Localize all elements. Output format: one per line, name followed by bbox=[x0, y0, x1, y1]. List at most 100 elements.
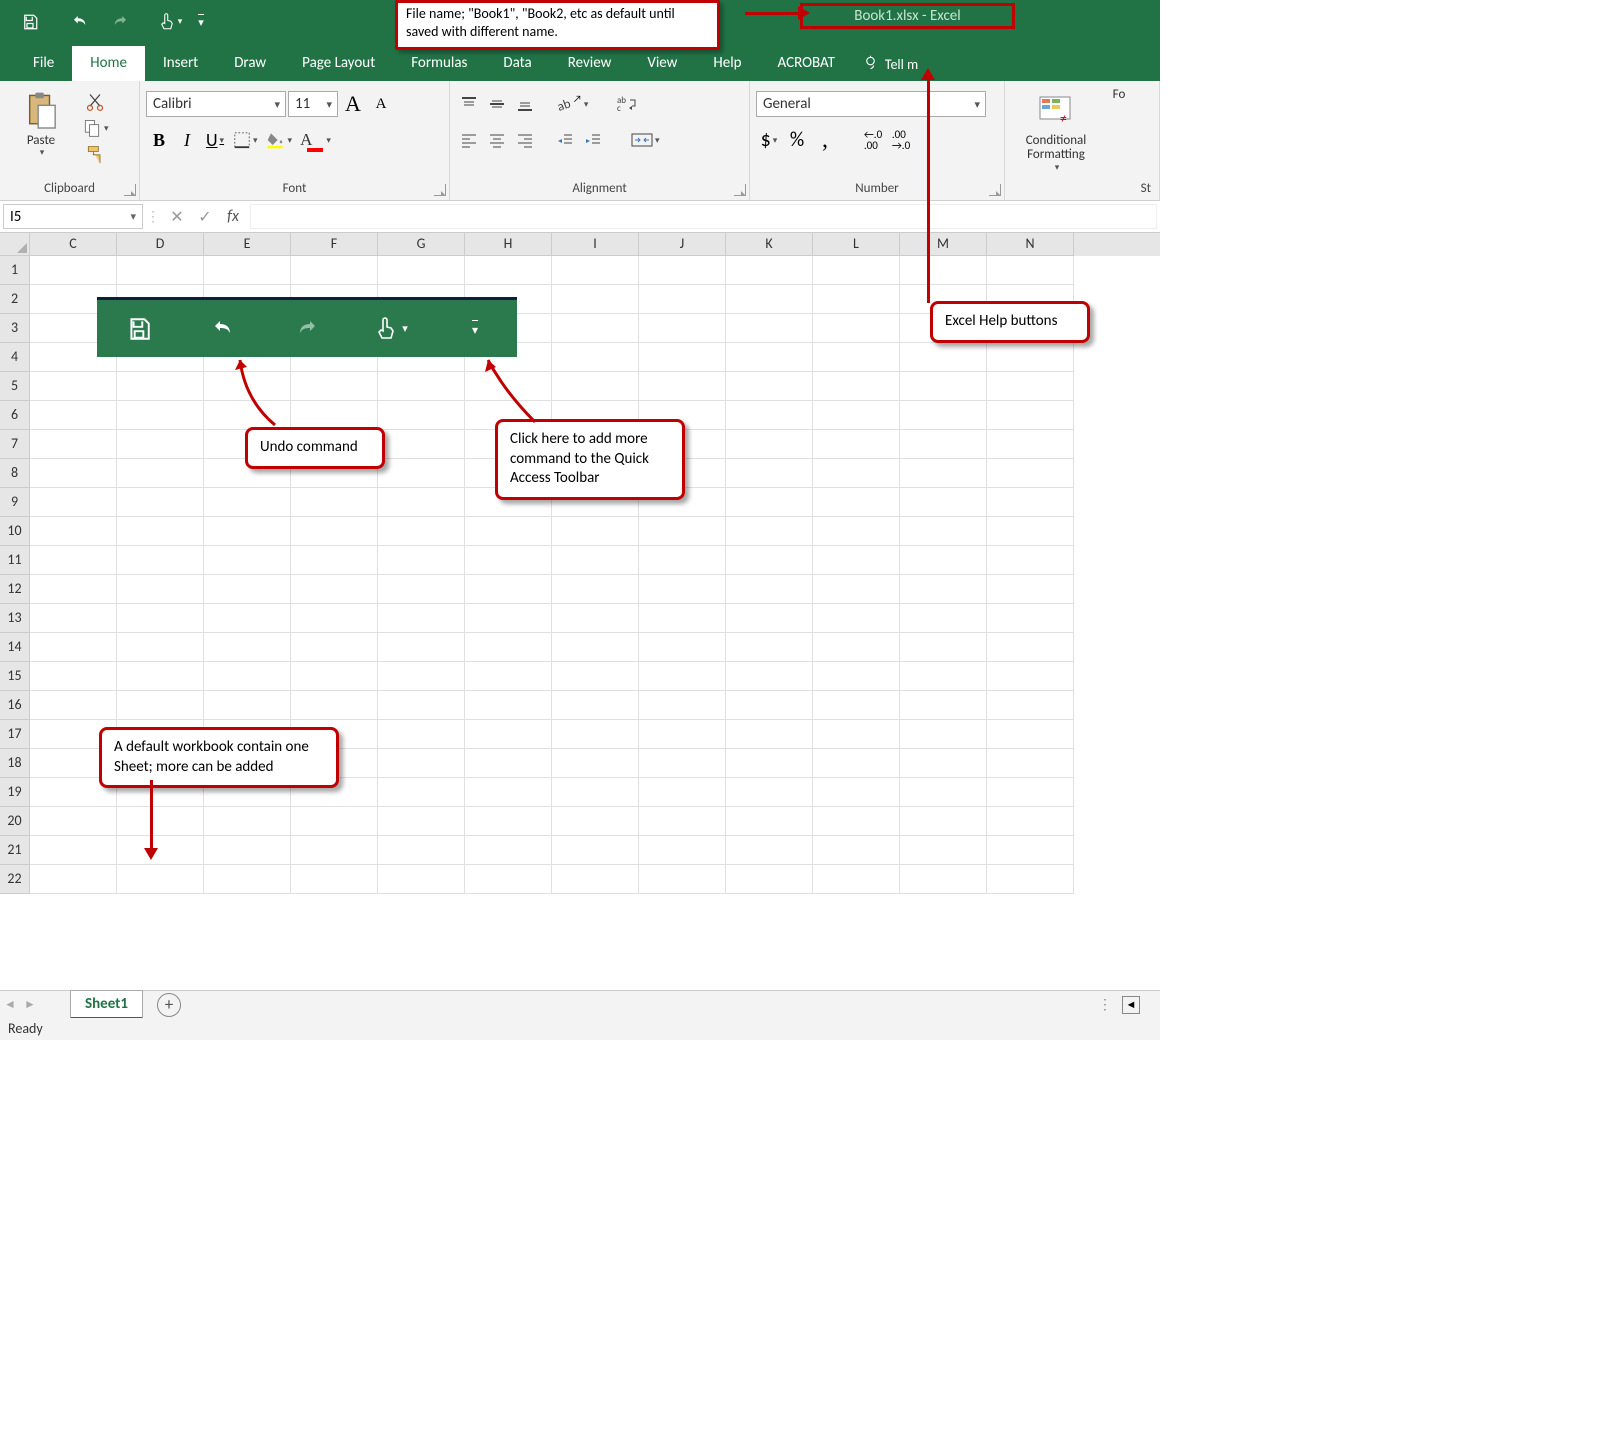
cell[interactable] bbox=[726, 401, 813, 430]
cell[interactable] bbox=[30, 633, 117, 662]
cell[interactable] bbox=[552, 314, 639, 343]
cell[interactable] bbox=[639, 285, 726, 314]
cell[interactable] bbox=[726, 749, 813, 778]
cell[interactable] bbox=[900, 430, 987, 459]
row-header[interactable]: 14 bbox=[0, 633, 30, 662]
cell[interactable] bbox=[552, 836, 639, 865]
cell[interactable] bbox=[813, 314, 900, 343]
cell[interactable] bbox=[726, 285, 813, 314]
cell[interactable] bbox=[378, 430, 465, 459]
cell[interactable] bbox=[987, 807, 1074, 836]
sheet-tab-active[interactable]: Sheet1 bbox=[70, 990, 143, 1019]
row-header[interactable]: 21 bbox=[0, 836, 30, 865]
cell[interactable] bbox=[30, 807, 117, 836]
cell[interactable] bbox=[204, 575, 291, 604]
cell[interactable] bbox=[900, 372, 987, 401]
cell[interactable] bbox=[900, 546, 987, 575]
cell[interactable] bbox=[726, 372, 813, 401]
cell[interactable] bbox=[900, 633, 987, 662]
cell[interactable] bbox=[291, 633, 378, 662]
wrap-text-icon[interactable]: abc bbox=[613, 91, 641, 117]
decrease-indent-icon[interactable] bbox=[552, 127, 578, 153]
cell[interactable] bbox=[204, 662, 291, 691]
cell[interactable] bbox=[117, 807, 204, 836]
cell[interactable] bbox=[465, 865, 552, 894]
cell[interactable] bbox=[204, 372, 291, 401]
row-header[interactable]: 18 bbox=[0, 749, 30, 778]
cell[interactable] bbox=[900, 778, 987, 807]
cell[interactable] bbox=[204, 807, 291, 836]
cell[interactable] bbox=[30, 459, 117, 488]
cell[interactable] bbox=[465, 720, 552, 749]
font-size-select[interactable]: 11 bbox=[288, 91, 338, 117]
cell[interactable] bbox=[639, 604, 726, 633]
cell[interactable] bbox=[813, 807, 900, 836]
paste-button[interactable]: Paste ▾ bbox=[6, 85, 76, 158]
cell[interactable] bbox=[291, 517, 378, 546]
cell[interactable] bbox=[639, 807, 726, 836]
cell[interactable] bbox=[987, 720, 1074, 749]
tab-help[interactable]: Help bbox=[695, 46, 759, 81]
column-header[interactable]: E bbox=[204, 233, 291, 256]
fbar-resize-handle[interactable]: ⋮ bbox=[143, 201, 163, 232]
cell[interactable] bbox=[639, 343, 726, 372]
cell[interactable] bbox=[726, 836, 813, 865]
cell[interactable] bbox=[117, 459, 204, 488]
align-bottom-icon[interactable] bbox=[512, 91, 538, 117]
cell[interactable] bbox=[813, 662, 900, 691]
cell[interactable] bbox=[117, 633, 204, 662]
orientation-icon[interactable]: ab↗▾ bbox=[552, 91, 591, 117]
cell[interactable] bbox=[552, 633, 639, 662]
cell[interactable] bbox=[987, 836, 1074, 865]
cell[interactable] bbox=[291, 604, 378, 633]
cell[interactable] bbox=[552, 662, 639, 691]
cell[interactable] bbox=[552, 778, 639, 807]
cell[interactable] bbox=[987, 401, 1074, 430]
cell[interactable] bbox=[291, 807, 378, 836]
tab-file[interactable]: File bbox=[15, 46, 72, 81]
cell[interactable] bbox=[30, 372, 117, 401]
cell[interactable] bbox=[30, 575, 117, 604]
cell[interactable] bbox=[465, 691, 552, 720]
currency-icon[interactable]: $▾ bbox=[756, 127, 782, 153]
cell[interactable] bbox=[813, 256, 900, 285]
row-header[interactable]: 5 bbox=[0, 372, 30, 401]
cell[interactable] bbox=[726, 546, 813, 575]
column-header[interactable]: I bbox=[552, 233, 639, 256]
sheet-bar-grip[interactable]: ⋮ bbox=[1098, 996, 1122, 1013]
cell[interactable] bbox=[813, 488, 900, 517]
cell[interactable] bbox=[900, 662, 987, 691]
cell[interactable] bbox=[30, 488, 117, 517]
cell[interactable] bbox=[378, 604, 465, 633]
cell[interactable] bbox=[117, 256, 204, 285]
cell[interactable] bbox=[30, 401, 117, 430]
cell[interactable] bbox=[378, 575, 465, 604]
cell[interactable] bbox=[204, 633, 291, 662]
column-header[interactable]: L bbox=[813, 233, 900, 256]
cell[interactable] bbox=[552, 604, 639, 633]
cell[interactable] bbox=[117, 517, 204, 546]
cell[interactable] bbox=[900, 691, 987, 720]
cell[interactable] bbox=[813, 691, 900, 720]
tell-me-search[interactable]: Tell m bbox=[853, 47, 928, 81]
cell[interactable] bbox=[552, 256, 639, 285]
cell[interactable] bbox=[900, 604, 987, 633]
cell[interactable] bbox=[813, 517, 900, 546]
insert-function-icon[interactable]: fx bbox=[219, 201, 247, 232]
italic-button[interactable]: I bbox=[174, 127, 200, 153]
column-header[interactable]: N bbox=[987, 233, 1074, 256]
cell[interactable] bbox=[639, 836, 726, 865]
cell[interactable] bbox=[987, 575, 1074, 604]
row-header[interactable]: 3 bbox=[0, 314, 30, 343]
cell[interactable] bbox=[291, 256, 378, 285]
row-header[interactable]: 15 bbox=[0, 662, 30, 691]
increase-indent-icon[interactable] bbox=[580, 127, 606, 153]
cell[interactable] bbox=[465, 372, 552, 401]
cell[interactable] bbox=[117, 430, 204, 459]
cell[interactable] bbox=[465, 256, 552, 285]
format-as-table-button[interactable]: Fo bbox=[1104, 85, 1134, 102]
cell[interactable] bbox=[639, 865, 726, 894]
cell[interactable] bbox=[291, 836, 378, 865]
cell[interactable] bbox=[726, 430, 813, 459]
cell[interactable] bbox=[117, 401, 204, 430]
